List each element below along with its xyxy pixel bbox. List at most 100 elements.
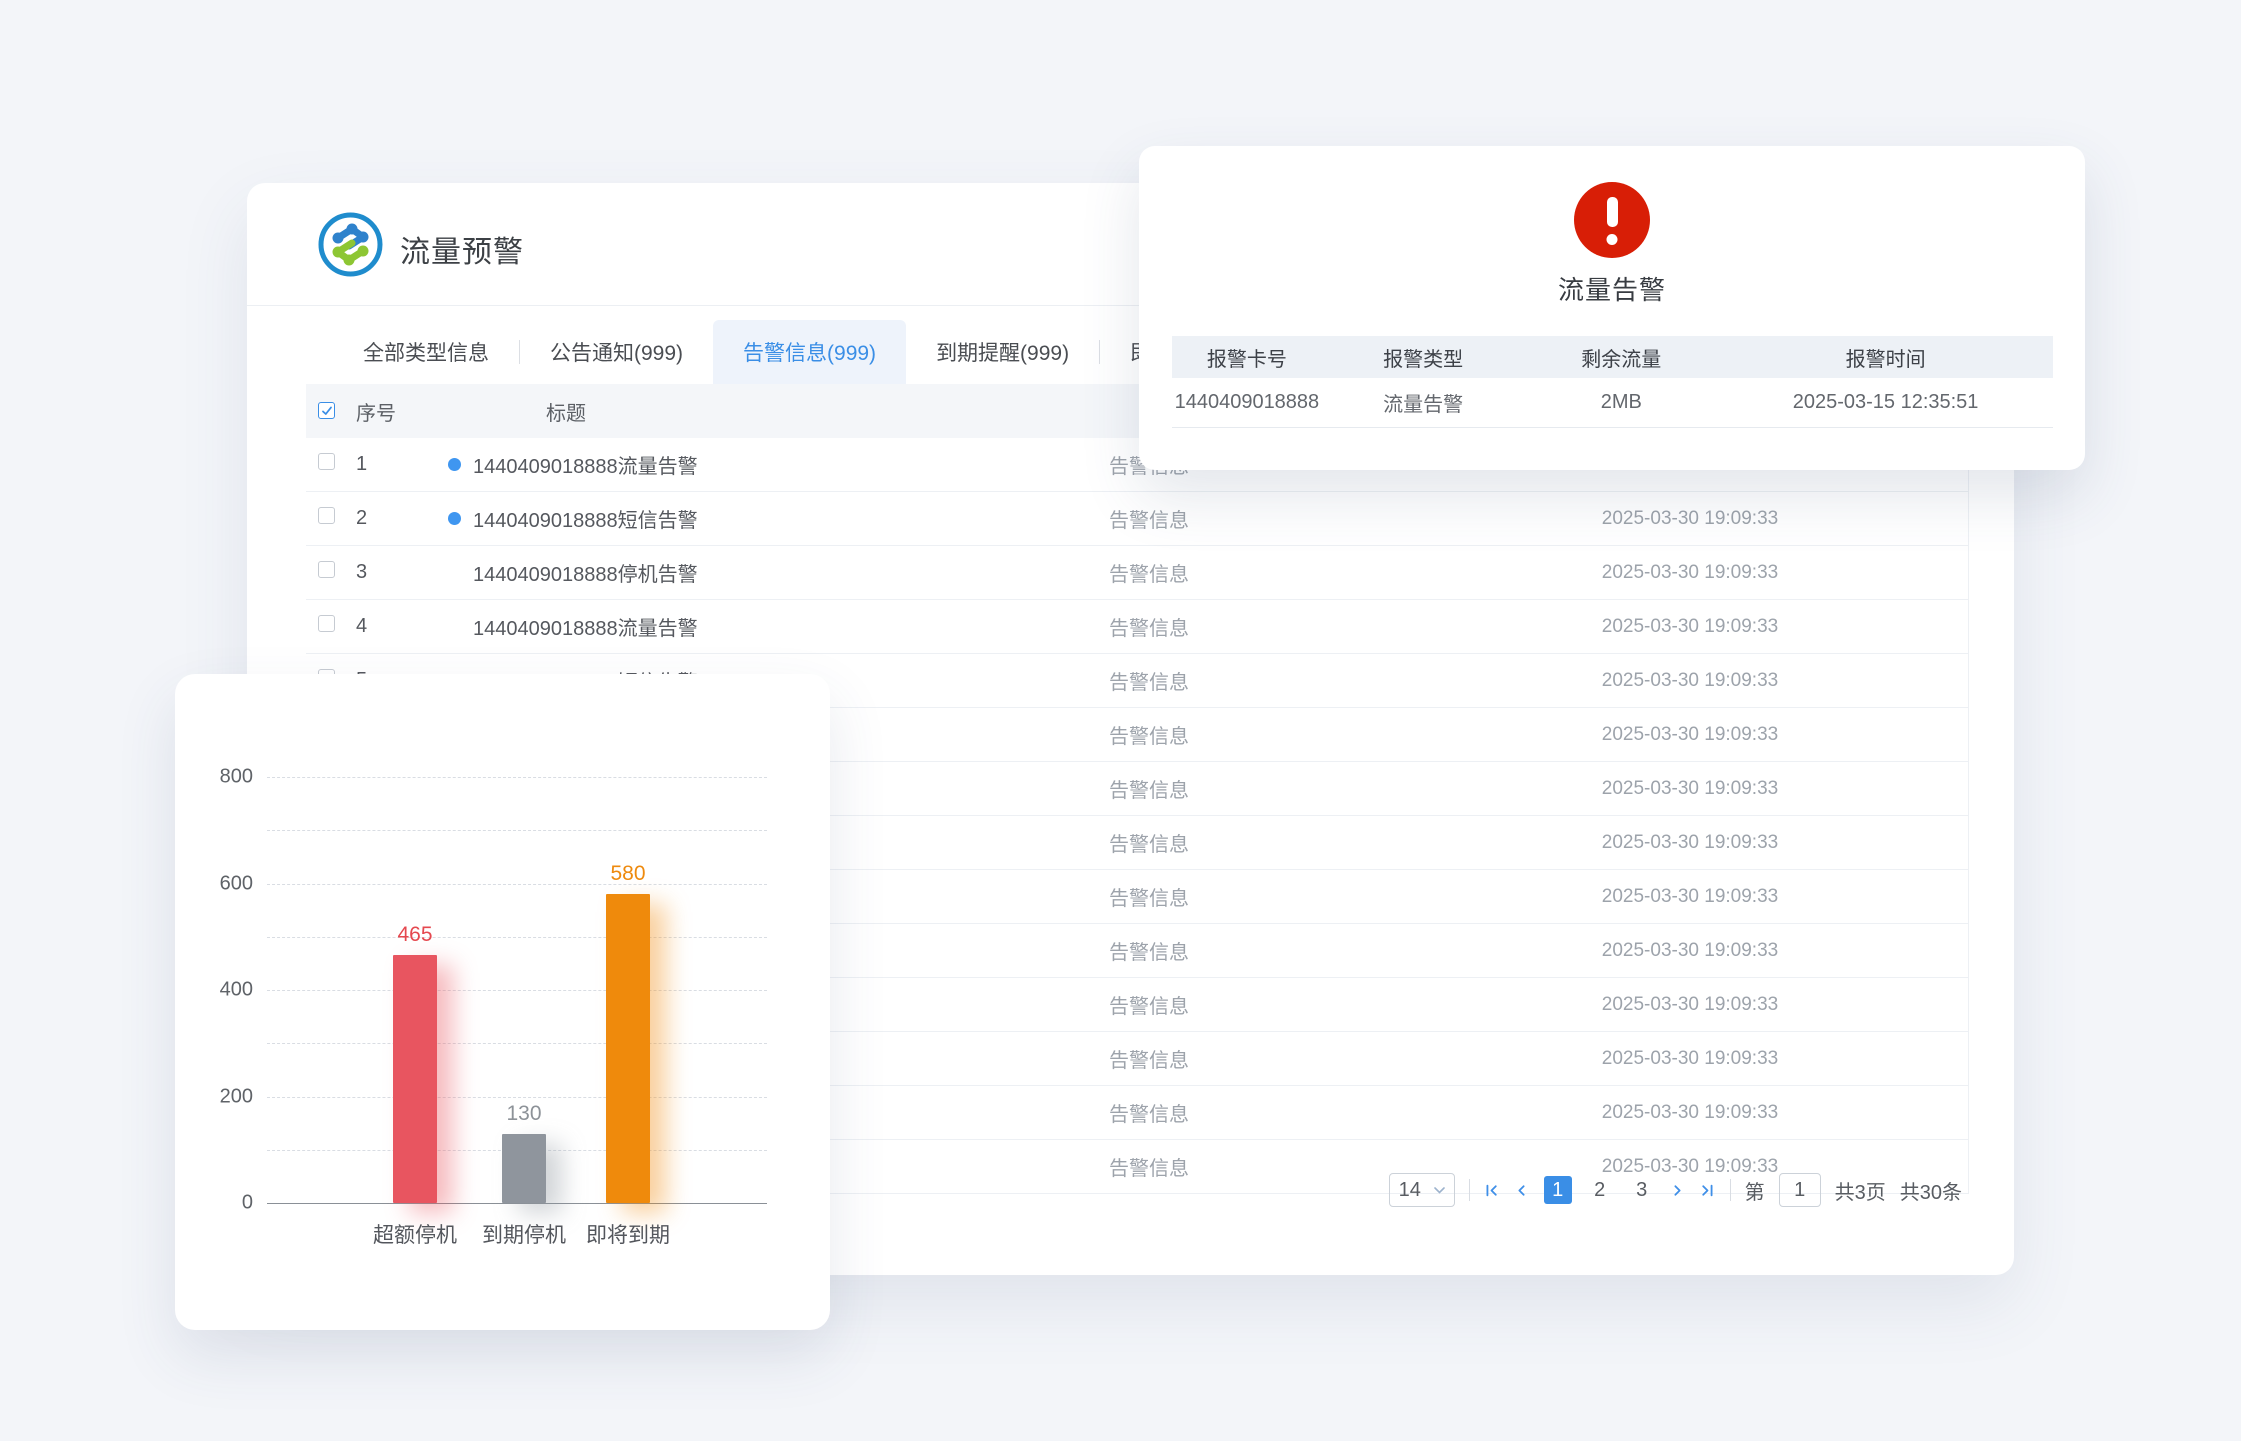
row-checkbox[interactable] xyxy=(318,615,335,632)
col-card-number: 报警卡号 xyxy=(1172,343,1322,372)
row-type: 告警信息 xyxy=(1029,504,1269,533)
alert-type-value: 流量告警 xyxy=(1322,388,1525,417)
row-time: 2025-03-30 19:09:33 xyxy=(1540,1102,1840,1124)
total-pages-label: 共3页 xyxy=(1835,1176,1886,1205)
unread-dot-icon xyxy=(448,512,461,525)
row-time: 2025-03-30 19:09:33 xyxy=(1540,1048,1840,1070)
x-axis-line xyxy=(267,1203,767,1204)
chart-bar-1 xyxy=(393,955,437,1203)
page-title: 流量预警 xyxy=(400,227,524,271)
row-time: 2025-03-30 19:09:33 xyxy=(1540,616,1840,638)
row-type: 告警信息 xyxy=(1029,936,1269,965)
row-time: 2025-03-30 19:09:33 xyxy=(1540,778,1840,800)
y-axis-tick-label: 400 xyxy=(193,979,253,1002)
chart-gridline xyxy=(267,830,767,831)
check-icon xyxy=(321,405,333,417)
unread-dot-icon xyxy=(448,458,461,471)
y-axis-tick-label: 200 xyxy=(193,1085,253,1108)
row-time: 2025-03-30 19:09:33 xyxy=(1540,724,1840,746)
checkbox-cell xyxy=(318,615,335,638)
table-row[interactable]: 21440409018888短信告警告警信息2025-03-30 19:09:3… xyxy=(306,492,1969,546)
page-button-1[interactable]: 1 xyxy=(1544,1176,1572,1204)
row-type: 告警信息 xyxy=(1029,882,1269,911)
chart-gridline xyxy=(267,1097,767,1098)
row-type: 告警信息 xyxy=(1029,558,1269,587)
chart-bar-3 xyxy=(606,894,650,1203)
row-title: 1440409018888停机告警 xyxy=(469,558,1029,587)
page-button-2[interactable]: 2 xyxy=(1586,1176,1614,1204)
checkbox-cell xyxy=(318,507,335,530)
chart-gridline xyxy=(267,777,767,778)
traffic-alert-popup: 流量告警 报警卡号 报警类型 剩余流量 报警时间 1440409018888 流… xyxy=(1139,146,2085,470)
row-type: 告警信息 xyxy=(1029,612,1269,641)
card-number-value: 1440409018888 xyxy=(1172,391,1322,414)
app-logo-icon xyxy=(318,212,383,277)
x-axis-category-label: 即将到期 xyxy=(558,1219,698,1249)
jump-prefix-label: 第 xyxy=(1745,1176,1765,1205)
first-page-button[interactable] xyxy=(1484,1182,1500,1198)
page-size-select[interactable]: 14 xyxy=(1389,1173,1455,1207)
tab-1[interactable]: 全部类型信息 xyxy=(333,320,519,384)
page-number-list: 123 xyxy=(1544,1176,1656,1204)
remaining-data-value: 2MB xyxy=(1524,391,1718,414)
col-alert-time: 报警时间 xyxy=(1718,343,2053,372)
row-type: 告警信息 xyxy=(1029,1098,1269,1127)
pagination: 14 123 第 1 共3页 共30条 xyxy=(1389,1172,1962,1208)
exclamation-circle-icon xyxy=(1574,182,1650,258)
unread-dot-cell xyxy=(439,458,469,471)
unread-dot-cell xyxy=(439,512,469,525)
bar-value-label: 465 xyxy=(370,923,460,947)
page-size-value: 14 xyxy=(1399,1179,1421,1202)
row-type: 告警信息 xyxy=(1029,666,1269,695)
table-row[interactable]: 31440409018888停机告警告警信息2025-03-30 19:09:3… xyxy=(306,546,1969,600)
bar-value-label: 580 xyxy=(583,862,673,886)
row-time: 2025-03-30 19:09:33 xyxy=(1540,832,1840,854)
chart-card: 0200400600800465超额停机130到期停机580即将到期 xyxy=(175,674,830,1330)
popup-table-row: 1440409018888 流量告警 2MB 2025-03-15 12:35:… xyxy=(1172,378,2053,428)
title-column-header: 标题 xyxy=(469,397,1029,426)
tab-2[interactable]: 公告通知(999) xyxy=(520,320,713,384)
chart-bar-2 xyxy=(502,1134,546,1203)
tab-3[interactable]: 告警信息(999) xyxy=(713,320,906,384)
tab-4[interactable]: 到期提醒(999) xyxy=(906,320,1099,384)
popup-table: 报警卡号 报警类型 剩余流量 报警时间 1440409018888 流量告警 2… xyxy=(1172,336,2053,428)
y-axis-tick-label: 600 xyxy=(193,872,253,895)
checkbox-cell xyxy=(318,561,335,584)
row-checkbox[interactable] xyxy=(318,507,335,524)
page-button-3[interactable]: 3 xyxy=(1628,1176,1656,1204)
table-right-border xyxy=(1968,384,1969,1194)
row-time: 2025-03-30 19:09:33 xyxy=(1540,508,1840,530)
row-type: 告警信息 xyxy=(1029,774,1269,803)
row-type: 告警信息 xyxy=(1029,720,1269,749)
select-all-checkbox[interactable] xyxy=(318,402,335,419)
last-page-button[interactable] xyxy=(1700,1182,1716,1198)
row-index: 2 xyxy=(335,507,439,530)
row-time: 2025-03-30 19:09:33 xyxy=(1540,940,1840,962)
row-type: 告警信息 xyxy=(1029,828,1269,857)
next-page-button[interactable] xyxy=(1670,1182,1686,1198)
row-type: 告警信息 xyxy=(1029,1152,1269,1181)
row-type: 告警信息 xyxy=(1029,1044,1269,1073)
page-jump-input[interactable]: 1 xyxy=(1779,1173,1821,1207)
row-time: 2025-03-30 19:09:33 xyxy=(1540,670,1840,692)
checkbox-cell xyxy=(318,453,335,476)
row-checkbox[interactable] xyxy=(318,561,335,578)
y-axis-tick-label: 800 xyxy=(193,766,253,789)
row-time: 2025-03-30 19:09:33 xyxy=(1540,994,1840,1016)
chevron-down-icon xyxy=(1434,1187,1445,1194)
row-checkbox[interactable] xyxy=(318,453,335,470)
row-type: 告警信息 xyxy=(1029,990,1269,1019)
chart-gridline xyxy=(267,990,767,991)
screen: 流量预警 全部类型信息公告通知(999)告警信息(999)到期提醒(999)即时… xyxy=(0,0,2241,1441)
popup-table-header: 报警卡号 报警类型 剩余流量 报警时间 xyxy=(1172,336,2053,378)
col-remaining-data: 剩余流量 xyxy=(1524,343,1718,372)
bar-value-label: 130 xyxy=(479,1102,569,1126)
row-index: 1 xyxy=(335,453,439,476)
prev-page-button[interactable] xyxy=(1514,1182,1530,1198)
popup-title: 流量告警 xyxy=(1139,270,2085,307)
alert-time-value: 2025-03-15 12:35:51 xyxy=(1718,391,2053,414)
chart-gridline xyxy=(267,884,767,885)
table-row[interactable]: 41440409018888流量告警告警信息2025-03-30 19:09:3… xyxy=(306,600,1969,654)
row-title: 1440409018888流量告警 xyxy=(469,450,1029,479)
chart-gridline xyxy=(267,937,767,938)
